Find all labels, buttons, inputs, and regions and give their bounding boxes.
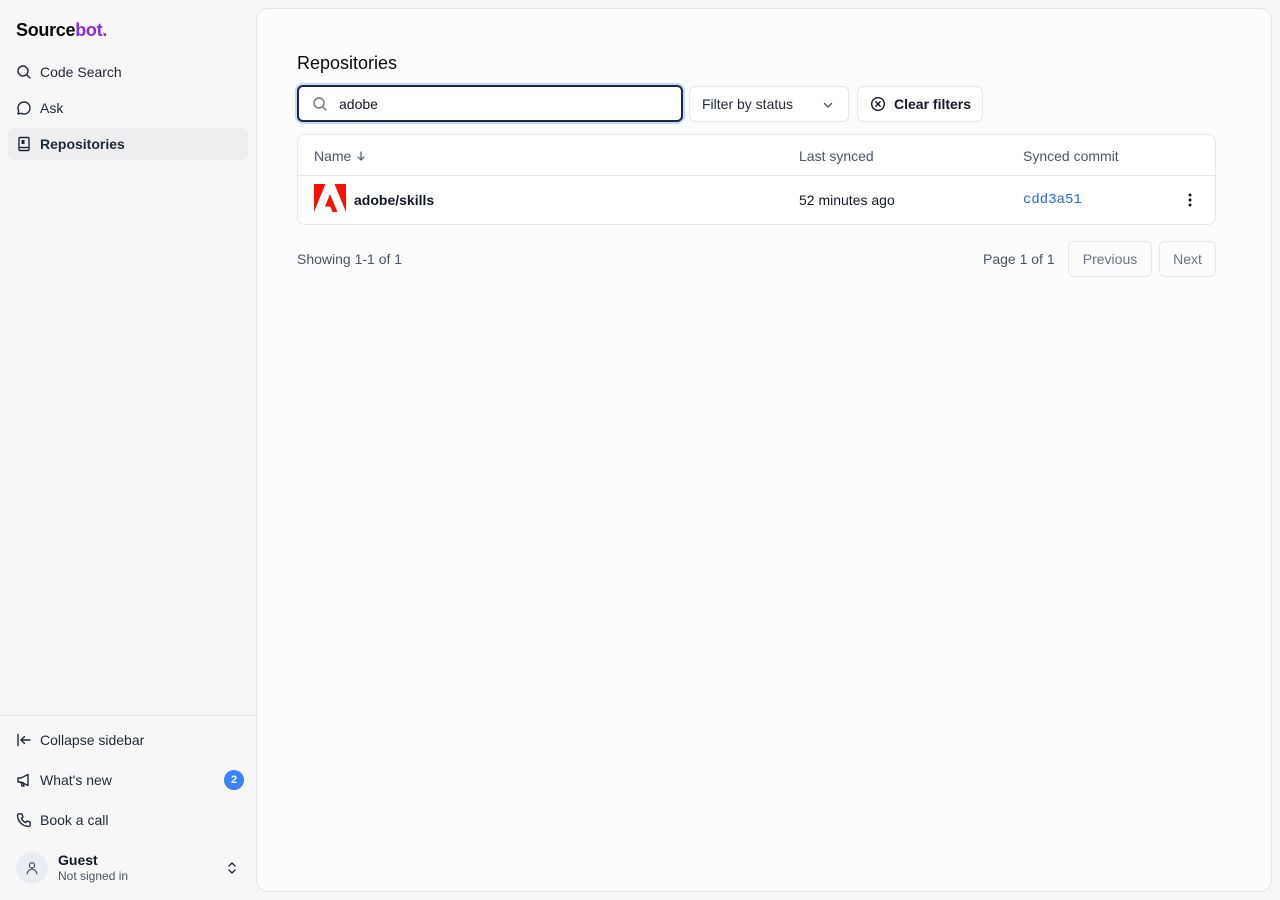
collapse-sidebar-button[interactable]: Collapse sidebar — [8, 724, 248, 756]
whats-new-button[interactable]: What's new 2 — [8, 764, 248, 796]
sidebar-item-label: Repositories — [40, 136, 125, 152]
more-options-icon[interactable] — [1186, 192, 1194, 208]
sidebar-item-code-search[interactable]: Code Search — [8, 56, 248, 88]
chevron-down-icon — [823, 102, 833, 108]
megaphone-icon — [17, 773, 29, 787]
phone-icon — [16, 813, 31, 828]
sidebar-item-ask[interactable]: Ask — [8, 92, 248, 124]
column-header-name[interactable]: Name — [314, 148, 367, 164]
avatar — [16, 852, 48, 884]
status-filter-select[interactable]: Filter by status — [689, 86, 849, 122]
page-title: Repositories — [297, 53, 398, 73]
sidebar: Sourcebot. Code Search Ask Repositories … — [0, 0, 256, 900]
last-synced-value: 52 minutes ago — [799, 192, 895, 208]
user-icon — [26, 862, 38, 875]
header-divider — [298, 175, 1215, 176]
column-header-last-synced[interactable]: Last synced — [799, 148, 874, 164]
search-icon — [313, 97, 327, 111]
chat-bubble-icon — [17, 101, 31, 115]
user-menu[interactable]: Guest Not signed in — [16, 850, 248, 886]
commit-hash-link[interactable]: cdd3a51 — [1023, 192, 1082, 208]
search-box[interactable] — [297, 85, 683, 122]
arrow-down-icon — [357, 151, 365, 161]
main-panel: Repositories Filter by status Clear filt… — [256, 8, 1272, 892]
column-header-label: Name — [314, 148, 352, 164]
filter-label: Filter by status — [702, 96, 794, 112]
notification-badge: 2 — [224, 770, 244, 790]
sidebar-footer-label: Collapse sidebar — [40, 732, 145, 748]
sidebar-item-repositories[interactable]: Repositories — [8, 128, 248, 160]
sidebar-item-label: Ask — [40, 100, 64, 116]
repo-name-link[interactable]: adobe/skills — [354, 192, 434, 208]
book-icon — [18, 136, 30, 152]
sidebar-footer-label: Book a call — [40, 812, 109, 828]
page-indicator: Page 1 of 1 — [983, 251, 1055, 267]
results-count: Showing 1-1 of 1 — [297, 251, 403, 267]
search-input[interactable] — [339, 94, 659, 114]
sidebar-divider — [0, 715, 256, 716]
repositories-table: Name Last synced Synced commit adobe/ski… — [297, 134, 1216, 225]
sidebar-footer-label: What's new — [40, 772, 112, 788]
circle-x-icon — [870, 96, 886, 112]
logo-main-text: Source — [16, 20, 76, 40]
user-status: Not signed in — [58, 869, 129, 883]
app-logo[interactable]: Sourcebot. — [16, 20, 107, 41]
next-page-button[interactable]: Next — [1159, 241, 1216, 277]
search-icon — [17, 65, 31, 79]
previous-page-button[interactable]: Previous — [1068, 241, 1152, 277]
logo-accent-text: bot. — [75, 20, 108, 40]
collapse-left-icon — [17, 733, 31, 747]
book-a-call-button[interactable]: Book a call — [8, 804, 248, 836]
adobe-logo-icon — [314, 184, 346, 212]
sidebar-item-label: Code Search — [40, 64, 122, 80]
clear-filters-label: Clear filters — [894, 96, 972, 112]
clear-filters-button[interactable]: Clear filters — [857, 86, 983, 122]
user-name: Guest — [58, 852, 98, 868]
chevrons-up-down-icon[interactable] — [224, 860, 240, 876]
column-header-synced-commit[interactable]: Synced commit — [1023, 148, 1119, 164]
